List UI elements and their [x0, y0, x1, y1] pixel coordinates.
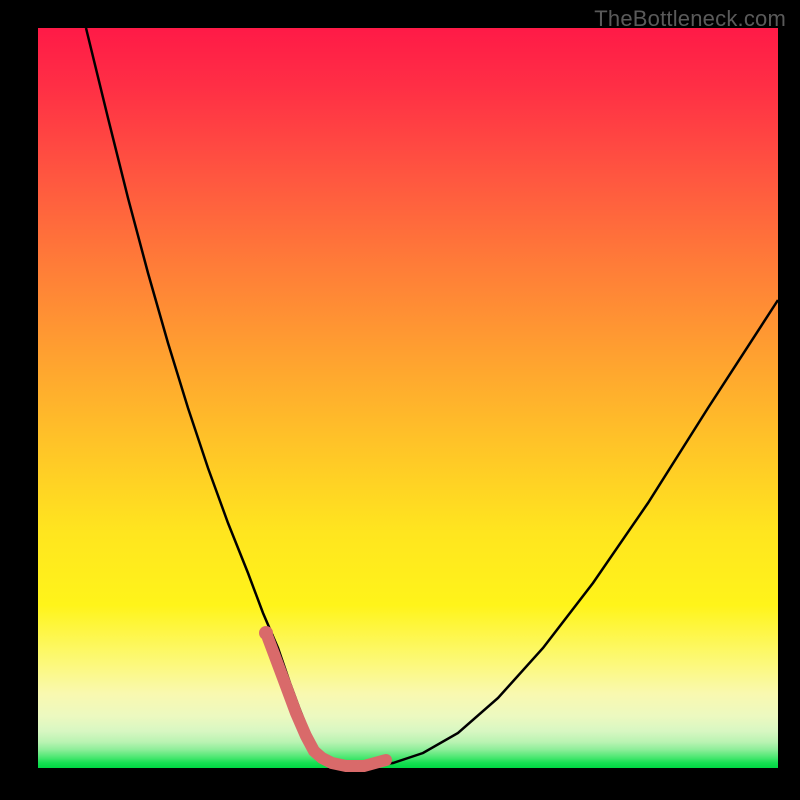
watermark-text: TheBottleneck.com: [594, 6, 786, 32]
trough-highlight: [268, 638, 386, 766]
plot-area: [38, 28, 778, 768]
trough-dot: [259, 626, 273, 640]
outer-frame: TheBottleneck.com: [0, 0, 800, 800]
bottleneck-curve: [86, 28, 778, 766]
chart-svg: [38, 28, 778, 768]
